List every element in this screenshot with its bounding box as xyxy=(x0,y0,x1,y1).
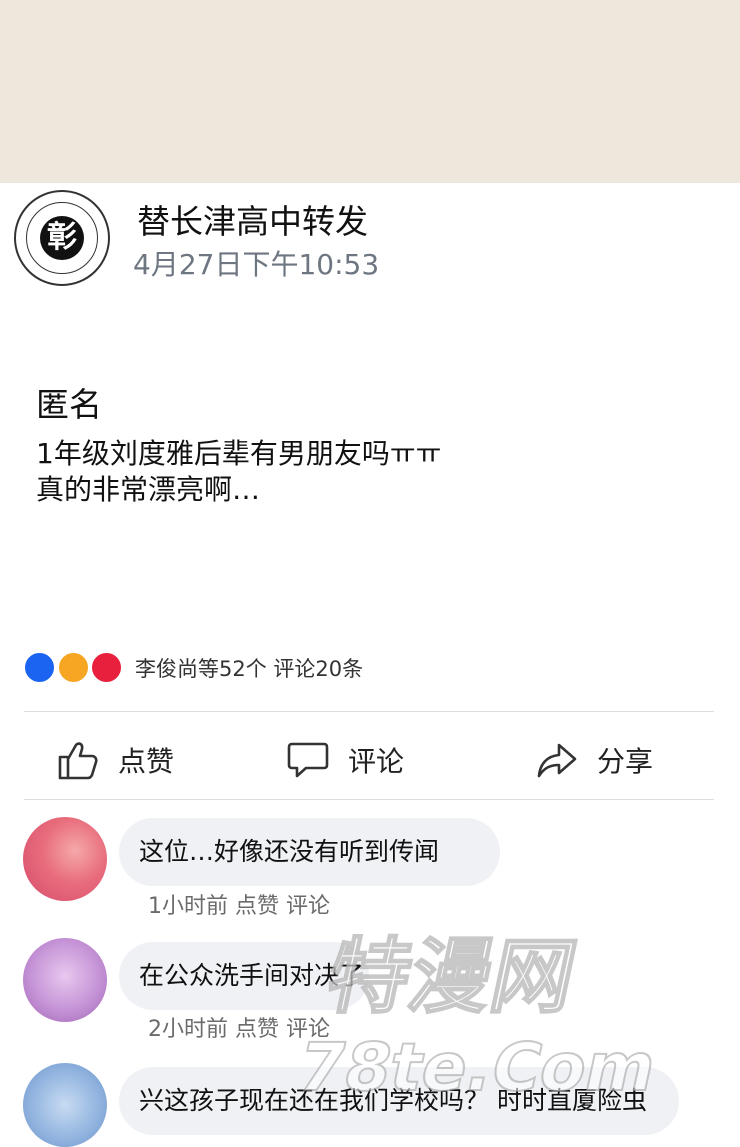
post-anonymous-label: 匿名 xyxy=(36,385,102,424)
speech-bubble-icon xyxy=(287,742,329,778)
commenter-avatar[interactable] xyxy=(23,938,107,1022)
like-label: 点赞 xyxy=(118,745,175,778)
logo-glyph: 彰 xyxy=(40,216,84,260)
reaction-summary[interactable]: 李俊尚等52个 评论20条 xyxy=(135,654,363,684)
share-arrow-icon xyxy=(537,743,577,778)
share-label: 分享 xyxy=(597,745,654,778)
comment-meta: 1小时前 点赞 评论 xyxy=(148,892,330,922)
post-author[interactable]: 替长津高中转发 xyxy=(137,200,368,244)
comment-label: 评论 xyxy=(348,745,405,778)
like-button[interactable]: 点赞 xyxy=(56,730,174,790)
top-banner xyxy=(0,0,740,183)
reaction-blue-icon[interactable] xyxy=(23,651,56,684)
commenter-avatar[interactable] xyxy=(23,817,107,901)
divider xyxy=(24,799,714,800)
thumbs-up-icon xyxy=(58,742,98,780)
comment-time: 2小时前 xyxy=(148,1017,228,1042)
comment-button[interactable]: 评论 xyxy=(286,730,404,790)
post-text-line: 1年级刘度雅后辈有男朋友吗ㅠㅠ xyxy=(36,437,442,470)
reaction-yellow-icon[interactable] xyxy=(57,651,90,684)
share-button[interactable]: 分享 xyxy=(535,730,653,790)
comment-bubble[interactable]: 在公众洗手间对决了 xyxy=(119,942,369,1010)
school-logo-avatar[interactable]: 彰 xyxy=(14,190,110,286)
comment-text: 兴这孩子现在还在我们学校吗？ 时时直厦险虫 xyxy=(139,1086,647,1115)
comment-bubble[interactable]: 这位…好像还没有听到传闻 xyxy=(119,818,500,886)
comment-meta: 2小时前 点赞 评论 xyxy=(148,1015,330,1045)
divider xyxy=(24,711,714,712)
reaction-red-icon[interactable] xyxy=(90,651,123,684)
comment-reply-link[interactable]: 评论 xyxy=(286,894,330,919)
comment-text: 在公众洗手间对决了 xyxy=(139,961,365,990)
post-timestamp[interactable]: 4月27日下午10:53 xyxy=(133,247,379,283)
comment-reply-link[interactable]: 评论 xyxy=(286,1017,330,1042)
post-text-line: 真的非常漂亮啊… xyxy=(36,473,261,506)
comment-time: 1小时前 xyxy=(148,894,228,919)
commenter-avatar[interactable] xyxy=(23,1063,107,1147)
comment-like-link[interactable]: 点赞 xyxy=(235,894,279,919)
comment-text: 这位…好像还没有听到传闻 xyxy=(139,837,440,866)
comment-bubble[interactable]: 兴这孩子现在还在我们学校吗？ 时时直厦险虫 xyxy=(119,1067,679,1135)
comment-like-link[interactable]: 点赞 xyxy=(235,1017,279,1042)
